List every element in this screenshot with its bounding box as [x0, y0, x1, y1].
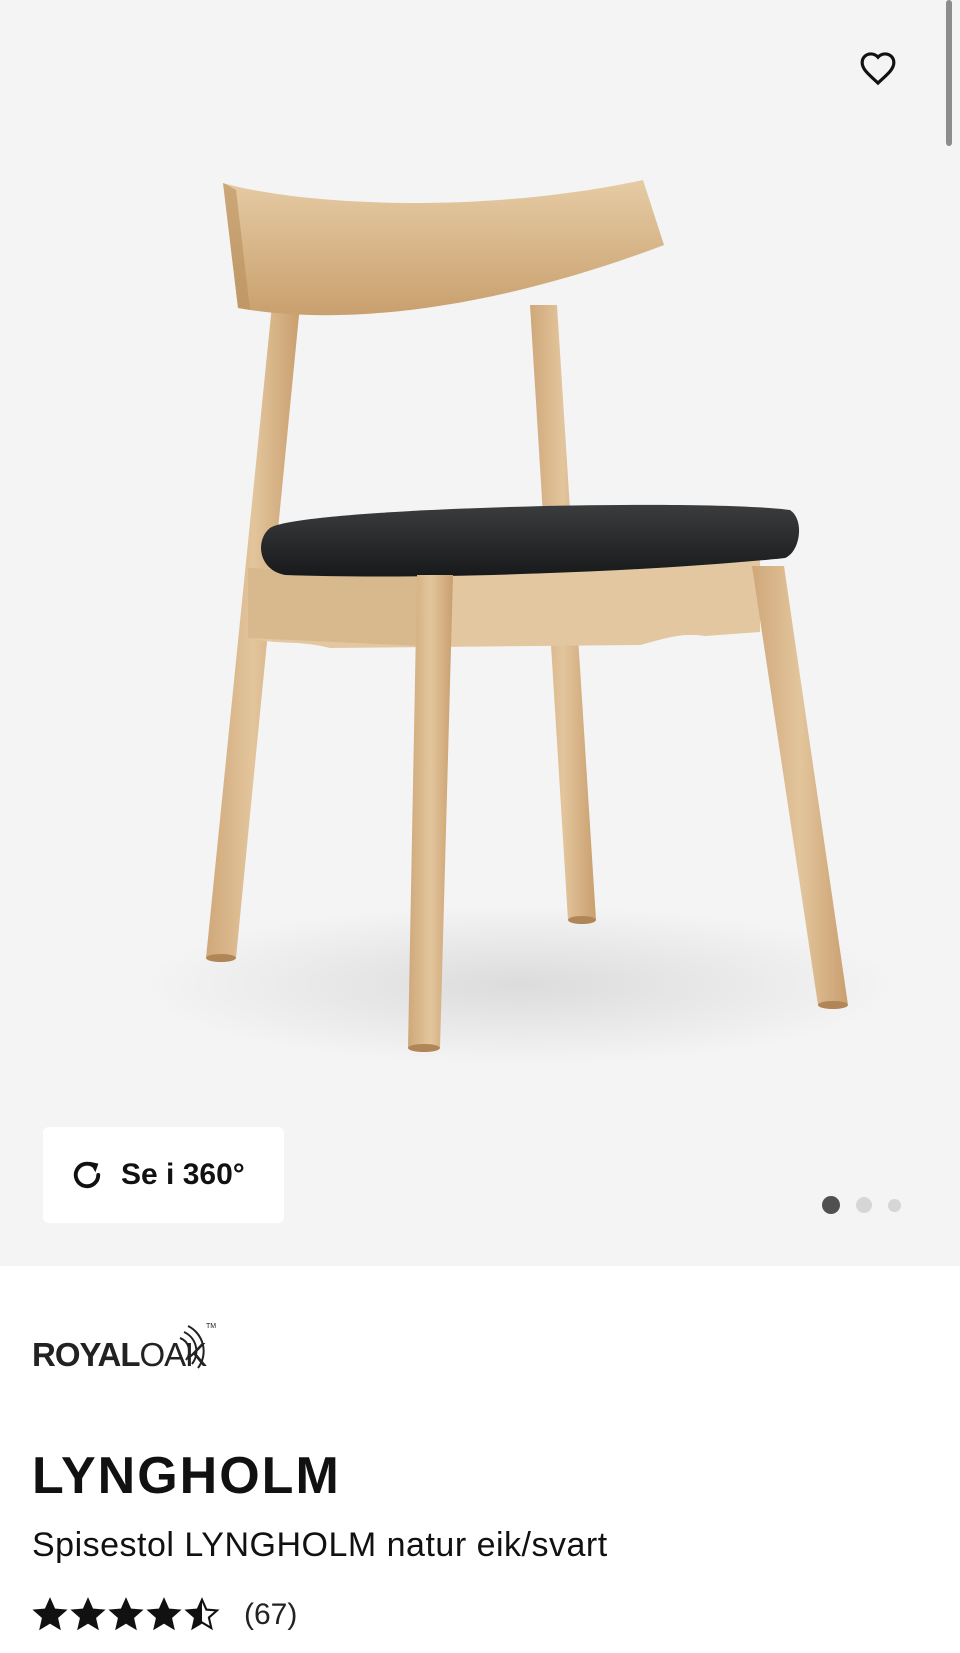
- product-image: [140, 180, 900, 1065]
- favorite-button[interactable]: [852, 42, 904, 94]
- star-icon: [32, 1597, 68, 1631]
- gallery-dot[interactable]: [856, 1197, 872, 1213]
- gallery-dot[interactable]: [888, 1198, 901, 1212]
- brand-logo-bold: ROYAL: [32, 1336, 140, 1373]
- brand-trademark: TM: [206, 1323, 216, 1330]
- star-icon: [146, 1597, 182, 1631]
- star-icon: [184, 1597, 220, 1631]
- rotate-360-icon: [67, 1155, 107, 1195]
- gallery-pagination: [822, 1195, 917, 1215]
- view-360-label: Se i 360°: [121, 1158, 245, 1191]
- view-360-button[interactable]: Se i 360°: [43, 1127, 284, 1223]
- star-icon: [108, 1597, 144, 1631]
- page-scrollbar[interactable]: [946, 0, 952, 146]
- product-image-gallery[interactable]: Se i 360°: [0, 0, 960, 1266]
- product-rating[interactable]: (67): [32, 1595, 297, 1635]
- review-count: (67): [244, 1598, 298, 1631]
- star-icon: [70, 1597, 106, 1631]
- product-subtitle: Spisestol LYNGHOLM natur eik/svart: [32, 1526, 608, 1564]
- product-title: LYNGHOLM: [32, 1447, 341, 1505]
- brand-logo-light: OAK: [139, 1336, 207, 1373]
- gallery-dot-active[interactable]: [822, 1196, 840, 1214]
- rating-stars: [32, 1597, 222, 1633]
- brand-logo[interactable]: ROYALOAK: [32, 1336, 207, 1374]
- heart-outline-icon: [860, 52, 896, 86]
